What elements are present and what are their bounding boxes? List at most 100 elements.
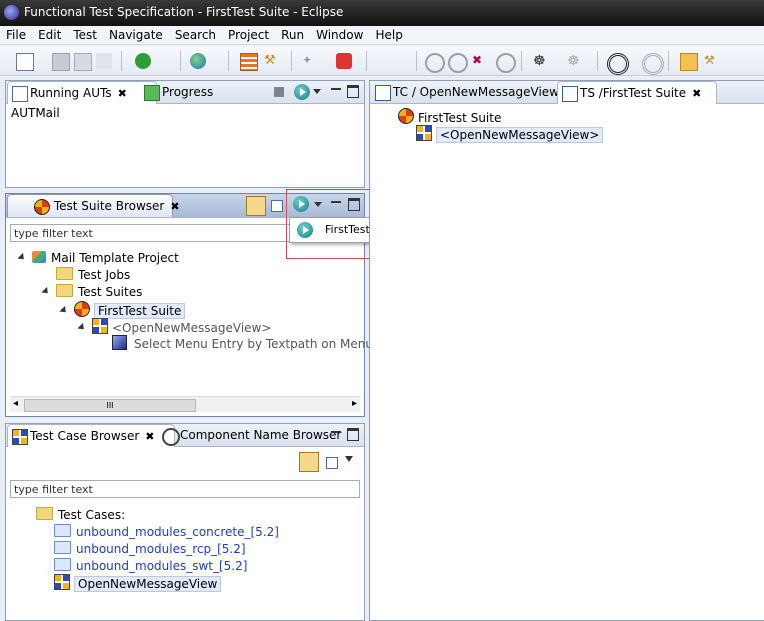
scroll-right-icon[interactable]: ▸ — [352, 398, 357, 409]
pause-icon[interactable] — [425, 53, 445, 73]
start-aut-icon[interactable] — [294, 84, 310, 100]
link-with-editor-icon[interactable] — [246, 196, 266, 216]
tree-row-project[interactable]: Mail Template Project — [17, 250, 179, 267]
menu-edit[interactable]: Edit — [32, 26, 67, 43]
print-icon[interactable] — [96, 53, 112, 69]
stop-icon[interactable] — [274, 87, 284, 97]
menu-bar: File Edit Test Navigate Search Project Run Wind… — [0, 26, 764, 45]
tools-icon[interactable]: ⚒ — [704, 53, 720, 69]
collapse-all-icon[interactable] — [326, 457, 338, 469]
object-mapping-icon[interactable]: ☸ — [533, 53, 549, 69]
object-mapping-disabled-icon[interactable]: ☸ — [567, 53, 583, 69]
close-icon[interactable]: ✖ — [145, 430, 154, 443]
close-icon[interactable]: ✖ — [118, 87, 127, 100]
close-icon[interactable]: ✖ — [692, 87, 701, 100]
category-label: unbound_modules_concrete_[5.2] — [76, 525, 279, 539]
editor-tree-child[interactable]: <OpenNewMessageView> — [416, 125, 604, 143]
link-with-editor-icon[interactable] — [299, 452, 319, 472]
save-icon[interactable] — [52, 53, 70, 71]
tree-row-first-test-suite[interactable]: FirstTest Suite — [59, 301, 186, 319]
chevron-down-icon[interactable] — [59, 305, 69, 316]
scroll-thumb[interactable]: III — [24, 399, 196, 412]
chevron-down-icon[interactable] — [77, 322, 87, 333]
test-suite-icon — [74, 301, 90, 317]
test-case-ref-label: <OpenNewMessageView> — [112, 321, 272, 335]
tab-tc-open-new-message-view[interactable]: TC / OpenNewMessageView — [371, 81, 577, 103]
tree-row-test-jobs[interactable]: Test Jobs — [56, 267, 130, 284]
test-suite-editor-icon — [562, 86, 578, 102]
menu-search[interactable]: Search — [169, 26, 222, 43]
toolbar-separator — [291, 51, 292, 71]
toolbar-separator — [366, 51, 367, 71]
test-case-browser-view: Test Case Browser ✖ Component Name Browse… — [5, 423, 365, 621]
tab-test-case-browser-label: Test Case Browser — [30, 429, 140, 443]
new-icon[interactable] — [16, 53, 34, 71]
tree-row-test-suites[interactable]: Test Suites — [41, 284, 142, 301]
stop-all-icon[interactable]: ✖ — [472, 53, 488, 69]
menu-help[interactable]: Help — [369, 26, 408, 43]
view-menu-icon[interactable] — [345, 456, 353, 462]
toolbar-separator — [121, 51, 122, 71]
tab-component-name-browser[interactable]: Component Name Browser — [158, 424, 341, 446]
tab-ts-label: TS /FirstTest Suite — [580, 86, 687, 100]
first-test-suite-label: FirstTest Suite — [94, 303, 186, 319]
scroll-left-icon[interactable]: ◂ — [13, 398, 18, 409]
tab-test-suite-browser-label: Test Suite Browser — [53, 199, 165, 213]
selected-test-case-label: OpenNewMessageView — [74, 576, 222, 592]
aut-list-item[interactable]: AUTMail — [11, 106, 60, 120]
minimize-icon[interactable] — [331, 88, 341, 94]
continue-icon[interactable] — [496, 53, 516, 73]
tree-row-rcp[interactable]: unbound_modules_rcp_[5.2] — [54, 541, 246, 558]
tree-row-test-cases[interactable]: Test Cases: — [36, 507, 125, 524]
tree-row-concrete[interactable]: unbound_modules_concrete_[5.2] — [54, 524, 279, 541]
tab-tc-label: TC / OpenNewMessageView — [393, 85, 559, 99]
chevron-down-icon[interactable] — [17, 252, 27, 263]
case-filter-input[interactable]: type filter text — [10, 480, 360, 498]
chevron-down-icon[interactable] — [313, 89, 321, 94]
close-icon[interactable]: ✖ — [170, 200, 179, 213]
open-folder-icon[interactable] — [680, 53, 698, 71]
tab-test-case-browser[interactable]: Test Case Browser ✖ — [7, 424, 175, 447]
menu-file[interactable]: File — [0, 26, 32, 43]
maximize-icon[interactable] — [347, 85, 359, 98]
folder-icon — [36, 507, 53, 520]
tab-ts-first-test-suite[interactable]: TS /FirstTest Suite ✖ — [557, 81, 717, 104]
tree-row-open-new-message-view[interactable]: <OpenNewMessageView> — [77, 318, 272, 335]
test-case-icon — [416, 125, 432, 141]
window-title: Functional Test Specification - FirstTes… — [24, 5, 344, 19]
horizontal-scrollbar[interactable]: ◂ III ▸ — [10, 396, 360, 412]
map-object-icon[interactable]: ✦ — [302, 53, 318, 69]
folder-icon — [56, 267, 73, 280]
toolbar-separator — [416, 51, 417, 71]
editor-area: TC / OpenNewMessageView TS /FirstTest Su… — [369, 80, 764, 621]
target-icon[interactable] — [607, 53, 629, 75]
folder-icon — [54, 524, 71, 537]
target-disabled-icon[interactable] — [642, 53, 664, 75]
menu-project[interactable]: Project — [222, 26, 275, 43]
tab-test-suite-browser[interactable]: Test Suite Browser ✖ — [7, 194, 180, 217]
wrench-icon[interactable]: ⚒ — [264, 53, 280, 69]
table-icon[interactable] — [240, 53, 258, 71]
menu-test[interactable]: Test — [67, 26, 103, 43]
tab-running-auts[interactable]: Running AUTs ✖ — [7, 81, 157, 104]
editor-tree-root[interactable]: FirstTest Suite — [398, 108, 501, 125]
tree-row-open-new-message-view[interactable]: OpenNewMessageView — [54, 574, 222, 592]
tab-progress[interactable]: Progress — [140, 81, 252, 103]
menu-run[interactable]: Run — [275, 26, 310, 43]
tab-running-auts-label: Running AUTs — [30, 86, 112, 100]
menu-navigate[interactable]: Navigate — [103, 26, 169, 43]
running-auts-icon — [12, 86, 28, 102]
eclipse-logo-icon — [4, 5, 19, 20]
tree-row-swt[interactable]: unbound_modules_swt_[5.2] — [54, 558, 247, 575]
collapse-all-icon[interactable] — [271, 200, 283, 212]
launch-aut-icon[interactable] — [135, 53, 151, 69]
stop-icon[interactable] — [448, 53, 468, 73]
toolbar-separator — [597, 51, 598, 71]
maximize-icon[interactable] — [347, 428, 359, 441]
minimize-icon[interactable] — [331, 431, 341, 437]
chevron-down-icon[interactable] — [41, 286, 51, 297]
save-all-icon[interactable] — [74, 53, 92, 71]
connect-server-icon[interactable] — [190, 53, 206, 69]
record-icon[interactable] — [336, 53, 352, 69]
menu-window[interactable]: Window — [310, 26, 369, 43]
